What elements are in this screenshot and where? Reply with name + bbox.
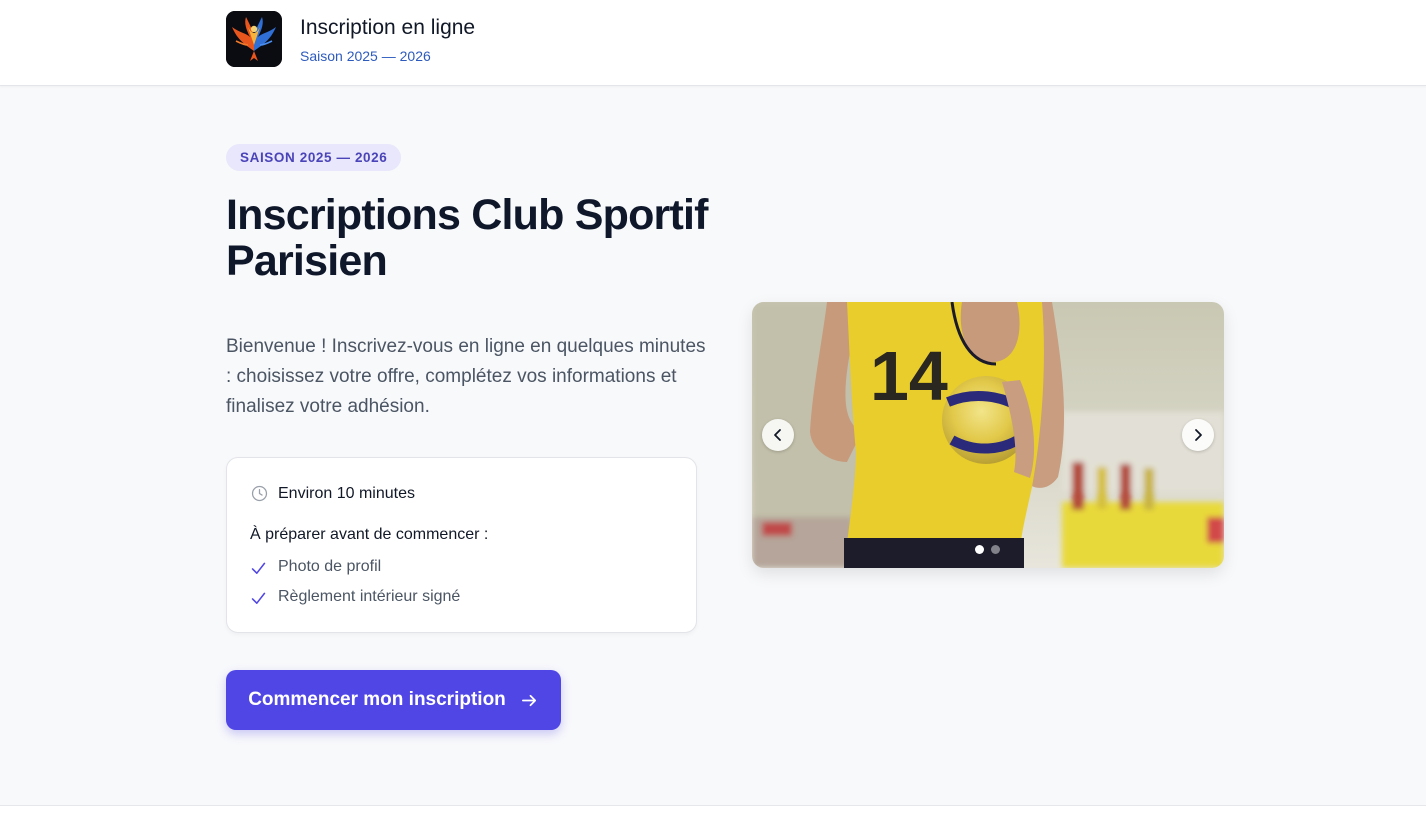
clock-icon bbox=[251, 485, 268, 502]
prep-title: À préparer avant de commencer : bbox=[250, 526, 489, 543]
intro-text: Bienvenue ! Inscrivez-vous en ligne en q… bbox=[226, 336, 706, 417]
carousel-image: 14 bbox=[752, 302, 1224, 568]
phoenix-logo-icon bbox=[226, 11, 282, 67]
app-subtitle: Saison 2025 — 2026 bbox=[300, 48, 431, 64]
carousel-dot-2[interactable] bbox=[991, 545, 1000, 554]
list-item-label: Photo de profil bbox=[278, 558, 382, 575]
carousel-dots bbox=[975, 545, 1000, 554]
app-title: Inscription en ligne bbox=[300, 16, 476, 39]
list-item-label: Règlement intérieur signé bbox=[278, 588, 461, 605]
image-carousel[interactable]: 14 bbox=[752, 302, 1224, 568]
carousel-dot-1[interactable] bbox=[975, 545, 984, 554]
check-icon bbox=[251, 562, 266, 574]
check-icon bbox=[251, 592, 266, 604]
season-badge: SAISON 2025 — 2026 bbox=[226, 144, 402, 171]
arrow-right-icon bbox=[521, 694, 536, 706]
footer bbox=[0, 806, 1426, 817]
chevron-left-icon bbox=[774, 429, 781, 441]
svg-text:14: 14 bbox=[870, 337, 948, 415]
info-card: Environ 10 minutes À préparer avant de c… bbox=[226, 457, 697, 633]
start-registration-label: Commencer mon inscription bbox=[248, 689, 506, 710]
chevron-right-icon bbox=[1195, 429, 1202, 441]
carousel-prev-button[interactable] bbox=[762, 419, 794, 451]
page-title: Inscriptions Club Sportif Parisien bbox=[226, 191, 708, 285]
start-registration-button[interactable]: Commencer mon inscription bbox=[226, 670, 561, 730]
carousel-next-button[interactable] bbox=[1182, 419, 1214, 451]
duration-text: Environ 10 minutes bbox=[278, 485, 415, 502]
top-header: Inscription en ligne Saison 2025 — 2026 bbox=[0, 0, 1426, 86]
